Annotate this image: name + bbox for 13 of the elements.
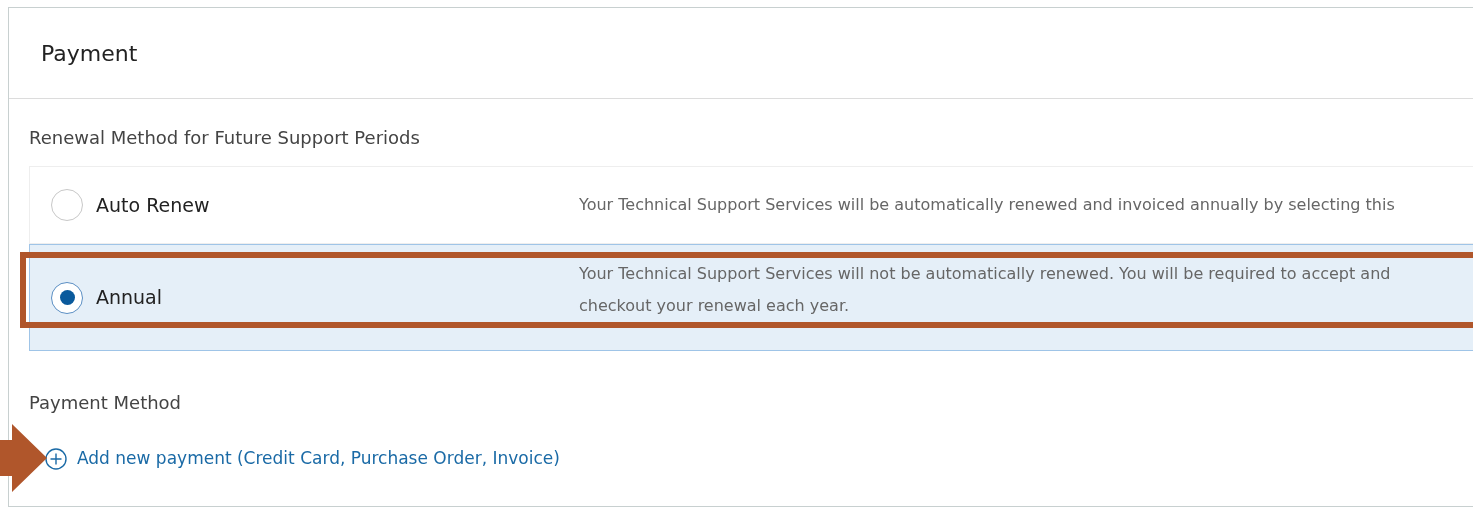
option-label: Auto Renew — [96, 192, 210, 218]
add-payment-link[interactable]: Add new payment (Credit Card, Purchase Order, Invoice) — [45, 446, 560, 472]
option-description: Your Technical Support Services will be automatically renewed and invoiced annually by selecting this — [579, 194, 1395, 216]
plus-circle-icon — [45, 447, 67, 470]
radio-button[interactable] — [51, 281, 83, 314]
panel-title: Payment — [41, 39, 138, 68]
section-label: Payment Method — [29, 391, 183, 415]
option-label: Annual — [96, 285, 163, 311]
renewal-option[interactable]: Auto Renew Your Technical Support Services will be automatically renewed and invoiced annually by selecting this — [29, 166, 1473, 244]
pointer-arrow — [0, 424, 48, 492]
radio-button[interactable] — [51, 189, 83, 221]
option-description: Your Technical Support Services will not be automatically renewed. You will be required to accept and checkout your renewal each year. — [579, 262, 1391, 317]
section-label: Renewal Method for Future Support Periods — [29, 126, 421, 150]
